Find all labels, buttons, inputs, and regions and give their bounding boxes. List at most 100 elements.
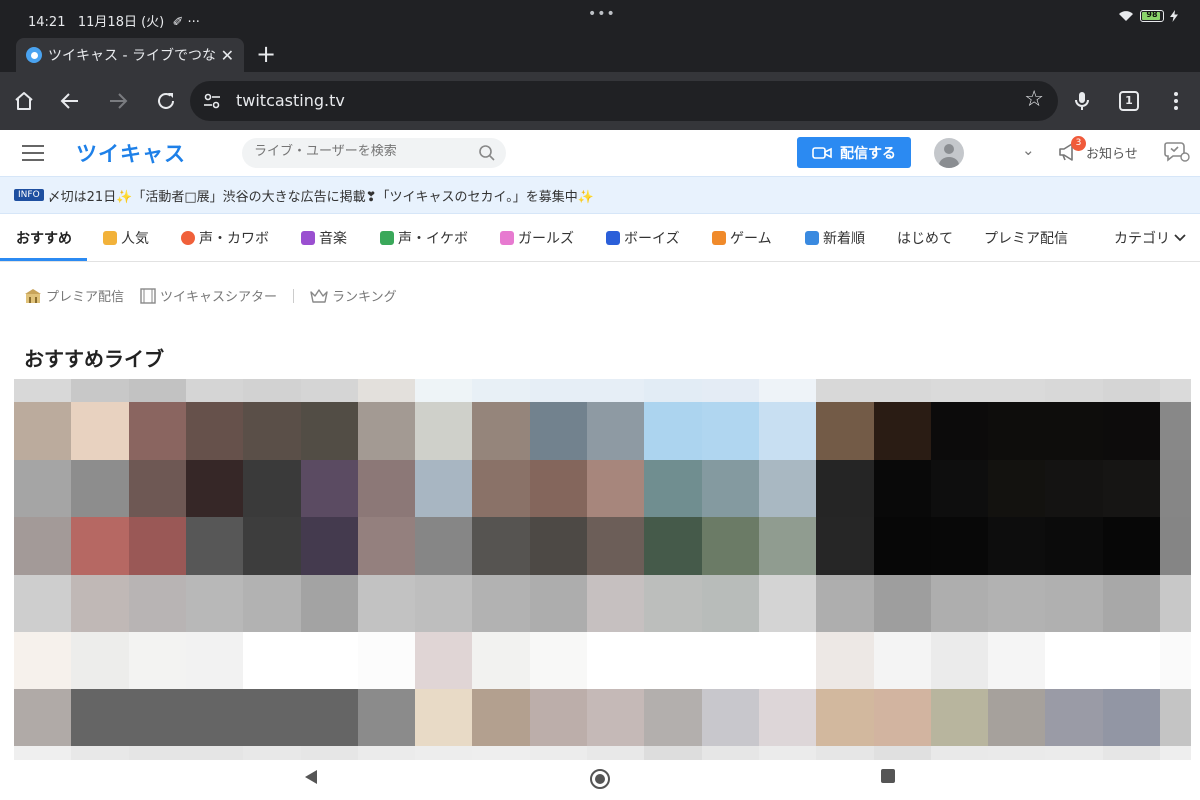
mosaic-cell	[930, 379, 989, 402]
mosaic-cell	[185, 379, 244, 402]
mosaic-cell	[71, 689, 130, 746]
tab-cool-voice[interactable]: 声・イケボ	[380, 228, 468, 248]
tab-game[interactable]: ゲーム	[712, 228, 772, 248]
theater-link[interactable]: ツイキャスシアター	[140, 286, 277, 305]
tab-popular[interactable]: 人気	[103, 228, 149, 248]
user-avatar[interactable]	[934, 138, 964, 168]
mosaic-cell	[357, 575, 416, 632]
tab-premier[interactable]: プレミア配信	[984, 228, 1068, 248]
mosaic-cell	[1102, 379, 1161, 402]
mosaic-cell	[701, 746, 760, 760]
mosaic-cell	[529, 517, 588, 575]
announcement-text[interactable]: 〆切は21日✨「活動者□展」渋谷の大きな広告に掲載❣「ツイキャスのセカイ。」を募…	[48, 186, 594, 205]
status-time: 14:21 11月18日 (火) ✐ ···	[28, 11, 200, 30]
announcement-bar[interactable]: INFO 〆切は21日✨「活動者□展」渋谷の大きな広告に掲載❣「ツイキャスのセカ…	[0, 176, 1200, 214]
home-icon[interactable]	[12, 89, 36, 113]
mosaic-cell	[472, 575, 531, 632]
mosaic-cell	[701, 689, 760, 746]
mosaic-cell	[816, 517, 874, 575]
mosaic-cell	[816, 746, 874, 760]
chevron-down-icon[interactable]: ⌄	[1022, 141, 1035, 159]
address-bar[interactable]: twitcasting.tv ☆	[190, 81, 1058, 121]
film-icon	[140, 287, 156, 304]
status-notification-icons: ✐ ···	[172, 15, 200, 30]
mosaic-cell	[472, 632, 531, 689]
theater-link-label: ツイキャスシアター	[160, 290, 278, 305]
mosaic-cell	[587, 379, 645, 402]
mosaic-cell	[529, 402, 588, 460]
tab-first-time[interactable]: はじめて	[897, 228, 953, 248]
home-circle-icon[interactable]	[589, 768, 611, 790]
mosaic-cell	[243, 746, 301, 760]
forward-icon[interactable]	[106, 89, 130, 113]
search-icon[interactable]	[478, 144, 496, 162]
mosaic-cell	[873, 746, 932, 760]
laptop-icon	[380, 231, 394, 245]
mosaic-cell	[185, 746, 244, 760]
tab-boys[interactable]: ボーイズ	[606, 228, 680, 248]
tab-cute-voice[interactable]: 声・カワボ	[181, 228, 269, 248]
broadcast-label: 配信する	[840, 145, 896, 162]
mosaic-cell	[988, 460, 1046, 517]
hamburger-menu-icon[interactable]	[22, 145, 44, 161]
tab-switcher-button[interactable]: 1	[1119, 91, 1139, 111]
mosaic-cell	[1160, 460, 1191, 517]
tab-label: 声・カワボ	[199, 231, 269, 247]
mosaic-cell	[472, 517, 531, 575]
microphone-icon[interactable]	[1070, 89, 1094, 113]
mosaic-cell	[873, 517, 932, 575]
tab-strip: ツイキャス - ライブでつな ✕ +	[0, 38, 1200, 72]
notification-count-badge: 3	[1071, 136, 1086, 151]
multitask-dots-icon[interactable]: •••	[588, 6, 616, 22]
mosaic-cell	[1160, 689, 1191, 746]
back-icon[interactable]	[58, 89, 82, 113]
broadcast-button[interactable]: 配信する	[797, 137, 911, 168]
mosaic-cell	[873, 379, 932, 402]
browser-toolbar: twitcasting.tv ☆ 1	[0, 72, 1200, 130]
more-menu-icon[interactable]	[1164, 89, 1188, 113]
mosaic-cell	[1045, 402, 1104, 460]
recents-square-icon[interactable]	[880, 768, 896, 784]
heart-icon	[181, 231, 195, 245]
tab-music[interactable]: 音楽	[301, 228, 347, 248]
mosaic-cell	[1045, 632, 1104, 689]
mosaic-cell	[415, 632, 473, 689]
mosaic-cell	[644, 746, 703, 760]
new-tab-button[interactable]: +	[256, 40, 276, 68]
mosaic-cell	[758, 746, 817, 760]
comment-bubble-icon[interactable]	[1164, 140, 1190, 164]
mosaic-cell	[988, 379, 1046, 402]
back-triangle-icon[interactable]	[303, 768, 319, 786]
tab-recommended[interactable]: おすすめ	[16, 228, 72, 248]
url-text[interactable]: twitcasting.tv	[236, 91, 345, 110]
mosaic-cell	[930, 460, 989, 517]
mosaic-cell	[14, 402, 72, 460]
reload-icon[interactable]	[154, 89, 178, 113]
mosaic-cell	[1102, 575, 1161, 632]
notifications-button[interactable]: お知らせ	[1058, 142, 1138, 162]
browser-tab[interactable]: ツイキャス - ライブでつな ✕	[16, 38, 244, 72]
mosaic-cell	[758, 689, 817, 746]
ranking-link[interactable]: ランキング	[310, 286, 397, 305]
bookmark-star-icon[interactable]: ☆	[1024, 87, 1044, 112]
mosaic-cell	[128, 379, 187, 402]
recommended-live-thumbnails[interactable]	[14, 379, 1191, 760]
premier-link[interactable]: プレミア配信	[24, 286, 124, 305]
tab-girls[interactable]: ガールズ	[500, 228, 574, 248]
twitcasting-logo[interactable]: ツイキャス	[76, 138, 186, 168]
close-tab-icon[interactable]: ✕	[221, 46, 234, 65]
tab-categories-dropdown[interactable]: カテゴリ	[1114, 228, 1186, 248]
mosaic-cell	[758, 575, 817, 632]
search-box[interactable]	[242, 138, 506, 168]
site-settings-icon[interactable]	[202, 91, 222, 111]
mosaic-cell	[472, 746, 531, 760]
mosaic-cell	[1045, 746, 1104, 760]
mosaic-cell	[529, 379, 588, 402]
mosaic-cell	[1045, 689, 1104, 746]
tab-newest[interactable]: 新着順	[805, 228, 865, 248]
mosaic-cell	[357, 402, 416, 460]
premier-link-label: プレミア配信	[46, 290, 125, 305]
mosaic-cell	[587, 460, 645, 517]
search-input[interactable]	[254, 144, 474, 159]
mosaic-cell	[816, 632, 874, 689]
